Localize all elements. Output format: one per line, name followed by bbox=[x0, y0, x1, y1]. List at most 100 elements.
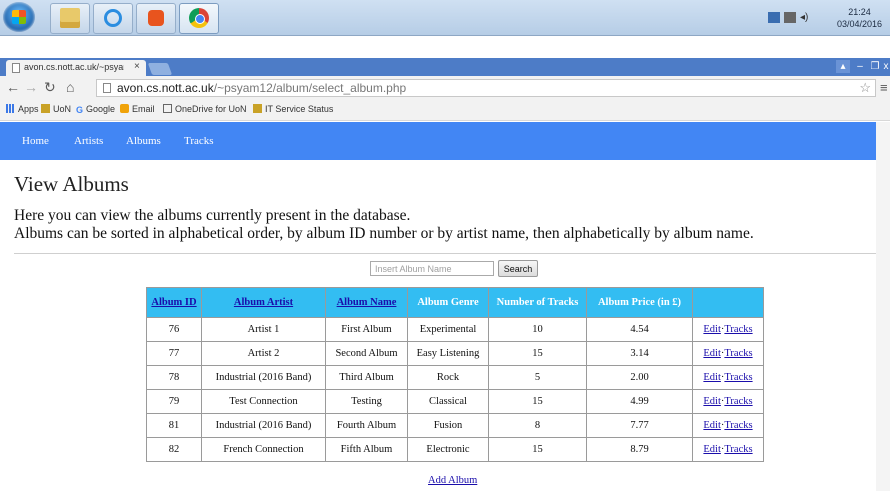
cell-track-count: 15 bbox=[488, 341, 587, 366]
divider bbox=[14, 253, 876, 254]
nav-artists[interactable]: Artists bbox=[74, 135, 103, 147]
cell-actions: Edit·Tracks bbox=[692, 413, 764, 438]
sort-by-artist-link[interactable]: Album Artist bbox=[234, 297, 293, 308]
cell-album-name: Testing bbox=[325, 389, 408, 414]
volume-icon[interactable]: ◂) bbox=[800, 12, 814, 23]
cell-track-count: 15 bbox=[488, 389, 587, 414]
forward-icon[interactable]: → bbox=[24, 80, 38, 94]
header-album-name[interactable]: Album Name bbox=[325, 287, 408, 318]
edit-link[interactable]: Edit bbox=[703, 396, 721, 407]
bookmark-it-service[interactable]: IT Service Status bbox=[253, 104, 333, 114]
bookmark-email[interactable]: Email bbox=[120, 104, 155, 114]
cell-album-price: 3.14 bbox=[586, 341, 693, 366]
taskbar-ie-button[interactable] bbox=[93, 3, 133, 34]
page-info-icon[interactable] bbox=[103, 83, 111, 93]
nav-tracks[interactable]: Tracks bbox=[184, 135, 214, 147]
nav-albums[interactable]: Albums bbox=[126, 135, 161, 147]
page-icon bbox=[163, 104, 172, 113]
header-album-artist[interactable]: Album Artist bbox=[201, 287, 326, 318]
cell-album-id: 78 bbox=[146, 365, 202, 390]
bookmark-onedrive[interactable]: OneDrive for UoN bbox=[163, 104, 247, 114]
bookmark-uon[interactable]: UoN bbox=[41, 104, 71, 114]
folder-icon bbox=[60, 8, 80, 28]
tracks-link[interactable]: Tracks bbox=[724, 348, 752, 359]
edit-link[interactable]: Edit bbox=[703, 348, 721, 359]
start-button[interactable] bbox=[3, 2, 35, 32]
tracks-link[interactable]: Tracks bbox=[724, 324, 752, 335]
clock[interactable]: 21:24 03/04/2016 bbox=[837, 6, 882, 30]
home-icon[interactable]: ⌂ bbox=[66, 80, 74, 94]
cell-album-genre: Fusion bbox=[407, 413, 489, 438]
tracks-link[interactable]: Tracks bbox=[724, 372, 752, 383]
minimize-icon[interactable]: – bbox=[852, 60, 868, 73]
battery-icon[interactable] bbox=[784, 12, 796, 23]
tab-title: avon.cs.nott.ac.uk/~psyam bbox=[24, 62, 124, 72]
tracks-link[interactable]: Tracks bbox=[724, 444, 752, 455]
sort-by-id-link[interactable]: Album ID bbox=[151, 297, 196, 308]
search-button[interactable]: Search bbox=[498, 260, 538, 277]
bookmark-apps[interactable]: Apps bbox=[6, 104, 39, 114]
album-search-input[interactable] bbox=[370, 261, 494, 276]
taskbar-chrome-button[interactable] bbox=[179, 3, 219, 34]
cell-album-artist: Industrial (2016 Band) bbox=[201, 413, 326, 438]
chrome-icon bbox=[189, 8, 209, 28]
edit-link[interactable]: Edit bbox=[703, 444, 721, 455]
table-row: 82 French Connection Fifth Album Electro… bbox=[146, 437, 764, 462]
header-number-of-tracks: Number of Tracks bbox=[488, 287, 587, 318]
cell-album-artist: French Connection bbox=[201, 437, 326, 462]
network-icon[interactable] bbox=[768, 12, 780, 23]
sort-by-name-link[interactable]: Album Name bbox=[337, 297, 397, 308]
cell-album-id: 79 bbox=[146, 389, 202, 414]
cell-album-artist: Artist 1 bbox=[201, 317, 326, 342]
bookmark-star-icon[interactable]: ☆ bbox=[859, 80, 871, 96]
reload-icon[interactable]: ↻ bbox=[44, 80, 56, 94]
bookmark-google[interactable]: G Google bbox=[76, 104, 115, 115]
edit-link[interactable]: Edit bbox=[703, 324, 721, 335]
browser-tab[interactable]: avon.cs.nott.ac.uk/~psyam × bbox=[6, 60, 146, 76]
cell-actions: Edit·Tracks bbox=[692, 389, 764, 414]
tracks-link[interactable]: Tracks bbox=[724, 396, 752, 407]
cell-track-count: 8 bbox=[488, 413, 587, 438]
chrome-menu-icon[interactable]: ≡ bbox=[880, 80, 888, 95]
cell-album-genre: Rock bbox=[407, 365, 489, 390]
cell-actions: Edit·Tracks bbox=[692, 365, 764, 390]
bookmark-label: Email bbox=[132, 104, 155, 114]
header-album-genre: Album Genre bbox=[407, 287, 489, 318]
back-icon[interactable]: ← bbox=[6, 80, 20, 94]
page-scrollbar[interactable] bbox=[876, 122, 890, 491]
cell-album-price: 8.79 bbox=[586, 437, 693, 462]
cell-album-genre: Experimental bbox=[407, 317, 489, 342]
cell-track-count: 15 bbox=[488, 437, 587, 462]
uon-icon bbox=[41, 104, 50, 113]
header-album-price: Album Price (in £) bbox=[586, 287, 693, 318]
tab-close-icon[interactable]: × bbox=[134, 61, 140, 72]
tracks-link[interactable]: Tracks bbox=[724, 420, 752, 431]
address-bar[interactable]: avon.cs.nott.ac.uk/~psyam12/album/select… bbox=[96, 79, 876, 97]
taskbar-office-button[interactable] bbox=[136, 3, 176, 34]
add-album-link[interactable]: Add Album bbox=[428, 475, 477, 486]
google-icon: G bbox=[76, 105, 84, 115]
taskbar-explorer-button[interactable] bbox=[50, 3, 90, 34]
user-icon[interactable]: ▴ bbox=[836, 60, 850, 73]
edit-link[interactable]: Edit bbox=[703, 420, 721, 431]
bookmark-label: UoN bbox=[53, 104, 72, 114]
cell-actions: Edit·Tracks bbox=[692, 437, 764, 462]
new-tab-button[interactable] bbox=[147, 63, 173, 75]
cell-album-id: 76 bbox=[146, 317, 202, 342]
site-navbar: Home Artists Albums Tracks bbox=[0, 122, 876, 160]
nav-home[interactable]: Home bbox=[22, 135, 49, 147]
bookmark-label: OneDrive for UoN bbox=[175, 104, 247, 114]
cell-album-artist: Artist 2 bbox=[201, 341, 326, 366]
cell-album-name: Fourth Album bbox=[325, 413, 408, 438]
edit-link[interactable]: Edit bbox=[703, 372, 721, 383]
header-actions bbox=[692, 287, 764, 318]
browser-tab-strip: avon.cs.nott.ac.uk/~psyam × ▴ – ❐ x bbox=[0, 58, 890, 76]
close-window-icon[interactable]: x bbox=[882, 60, 890, 73]
header-album-id[interactable]: Album ID bbox=[146, 287, 202, 318]
restore-icon[interactable]: ❐ bbox=[868, 60, 882, 73]
page-favicon-icon bbox=[12, 63, 20, 73]
uon-icon bbox=[253, 104, 262, 113]
cell-actions: Edit·Tracks bbox=[692, 341, 764, 366]
cell-album-id: 82 bbox=[146, 437, 202, 462]
cell-track-count: 5 bbox=[488, 365, 587, 390]
